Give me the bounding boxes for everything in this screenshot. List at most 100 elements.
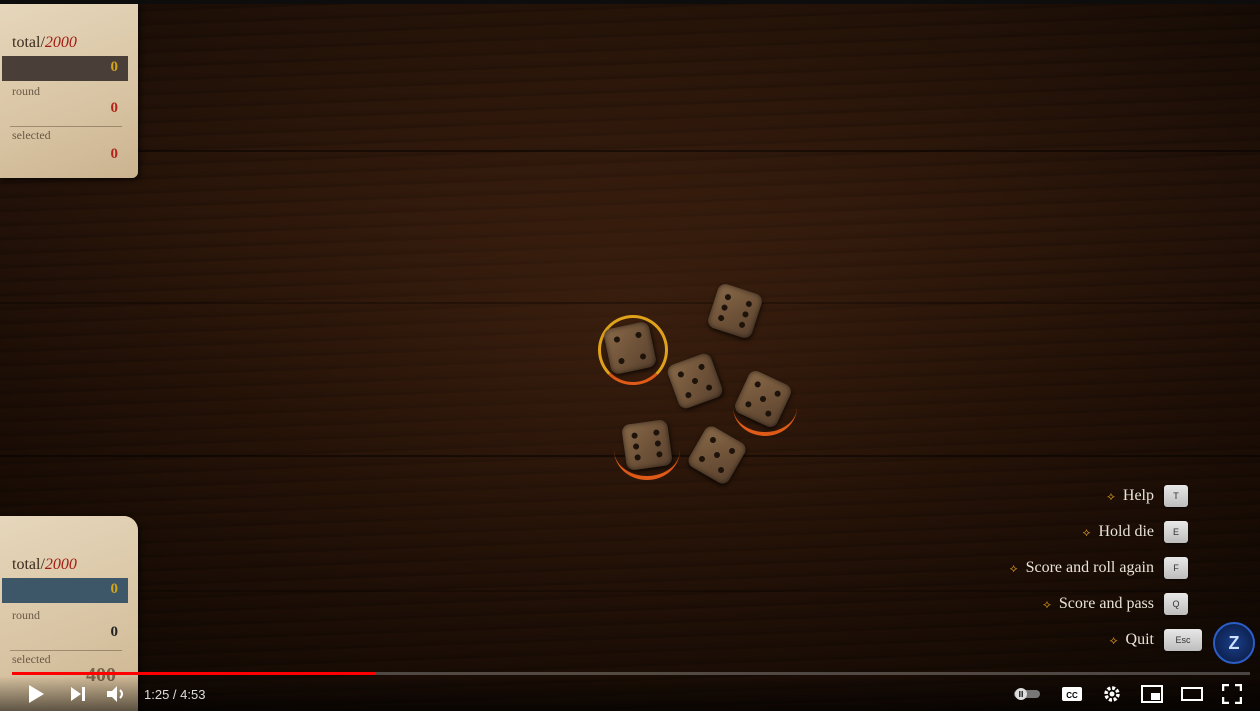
- player-selected-value: 0: [110, 146, 119, 162]
- player-total-title: total/2000: [12, 34, 77, 51]
- pip: [716, 465, 726, 475]
- player-total-value: 0: [110, 59, 119, 75]
- hint-label: Help: [1122, 487, 1154, 504]
- opponent-total-bar: 0: [2, 578, 128, 603]
- goal-value: 2000: [44, 34, 77, 51]
- next-icon: [71, 687, 85, 701]
- key-badge: Esc: [1164, 629, 1202, 651]
- bullet-icon: ⟡: [1106, 488, 1115, 503]
- game-board: total/2000 0 round 0 selected 0 total/20…: [0, 0, 1260, 711]
- opponent-round-value: 0: [110, 624, 119, 640]
- goal-value: 2000: [44, 556, 77, 573]
- progress-bar[interactable]: [12, 672, 1250, 675]
- pip: [738, 321, 746, 329]
- die[interactable]: [685, 423, 749, 487]
- pip: [724, 293, 732, 301]
- player-controls: 1:25 / 4:53 CC: [0, 676, 1260, 711]
- pip: [717, 314, 725, 322]
- divider: [10, 126, 122, 127]
- pip: [697, 363, 706, 371]
- hint-score-roll: ⟡ Score and roll again F: [1010, 556, 1188, 580]
- pip: [654, 440, 662, 447]
- pip: [617, 357, 626, 365]
- bullet-icon: ⟡: [1042, 596, 1051, 611]
- fullscreen-button[interactable]: [1218, 680, 1246, 708]
- player-score-card: total/2000 0 round 0 selected 0: [0, 4, 138, 178]
- pip: [712, 450, 722, 460]
- hint-label: Score and pass: [1058, 595, 1154, 612]
- time-display: 1:25 / 4:53: [144, 687, 206, 702]
- opponent-total-value: 0: [110, 581, 119, 597]
- pip: [632, 443, 640, 450]
- opponent-total-title: total/2000: [12, 556, 77, 573]
- pip: [656, 450, 663, 458]
- volume-icon: [107, 686, 123, 702]
- pip: [741, 310, 750, 319]
- player-total-bar: 0: [2, 56, 128, 81]
- total-label: total: [12, 556, 41, 573]
- die[interactable]: [602, 320, 658, 376]
- pip: [677, 370, 685, 379]
- pip: [634, 331, 643, 339]
- pip: [697, 454, 707, 464]
- die[interactable]: [621, 419, 673, 471]
- captions-button[interactable]: CC: [1058, 680, 1086, 708]
- play-icon: [29, 685, 44, 703]
- bullet-icon: ⟡: [1082, 524, 1091, 539]
- die[interactable]: [706, 282, 764, 340]
- hint-label: Hold die: [1098, 523, 1154, 540]
- hint-hold-die: ⟡ Hold die E: [1083, 520, 1188, 544]
- next-button[interactable]: [64, 680, 92, 708]
- pip: [613, 335, 621, 344]
- channel-logo[interactable]: Z: [1213, 622, 1255, 664]
- pip: [639, 352, 647, 361]
- svg-text:CC: CC: [1066, 691, 1078, 700]
- captions-icon: CC: [1062, 687, 1082, 701]
- pip: [744, 400, 753, 409]
- selected-label: selected: [12, 652, 51, 666]
- round-label: round: [12, 84, 40, 98]
- key-badge: Q: [1164, 593, 1188, 615]
- selected-label: selected: [12, 128, 51, 142]
- autoplay-toggle[interactable]: [1013, 680, 1041, 708]
- settings-button[interactable]: [1098, 680, 1126, 708]
- pip: [691, 377, 699, 385]
- key-badge: E: [1164, 521, 1188, 543]
- player-round-value: 0: [110, 100, 119, 116]
- plank-seam: [0, 302, 1260, 304]
- plank-seam: [0, 150, 1260, 152]
- pip: [652, 429, 660, 436]
- pip: [705, 383, 713, 392]
- pip: [708, 435, 718, 445]
- autoplay-icon: [1014, 688, 1040, 700]
- bullet-icon: ⟡: [1009, 560, 1018, 575]
- theater-button[interactable]: [1178, 680, 1206, 708]
- theater-icon: [1181, 687, 1203, 701]
- pip: [634, 454, 642, 461]
- progress-played: [12, 672, 375, 675]
- pip: [764, 409, 773, 418]
- gear-icon: [1104, 686, 1120, 702]
- hint-quit: ⟡ Quit Esc: [1110, 628, 1202, 652]
- hint-label: Quit: [1125, 631, 1154, 648]
- divider: [10, 650, 122, 651]
- round-label: round: [12, 608, 40, 622]
- pip: [727, 446, 737, 456]
- pip: [753, 380, 762, 389]
- total-label: total: [12, 34, 41, 51]
- hint-score-pass: ⟡ Score and pass Q: [1043, 592, 1188, 616]
- pip: [773, 389, 782, 398]
- hint-help: ⟡ Help T: [1107, 484, 1188, 508]
- key-badge: T: [1164, 485, 1188, 507]
- pip: [720, 303, 729, 312]
- pip: [745, 300, 753, 308]
- play-button[interactable]: [22, 680, 50, 708]
- pip: [684, 391, 693, 399]
- miniplayer-button[interactable]: [1138, 680, 1166, 708]
- die[interactable]: [665, 351, 725, 411]
- key-badge: F: [1164, 557, 1188, 579]
- bullet-icon: ⟡: [1109, 632, 1118, 647]
- pip: [631, 432, 638, 440]
- pip: [759, 395, 767, 403]
- volume-button[interactable]: [102, 680, 130, 708]
